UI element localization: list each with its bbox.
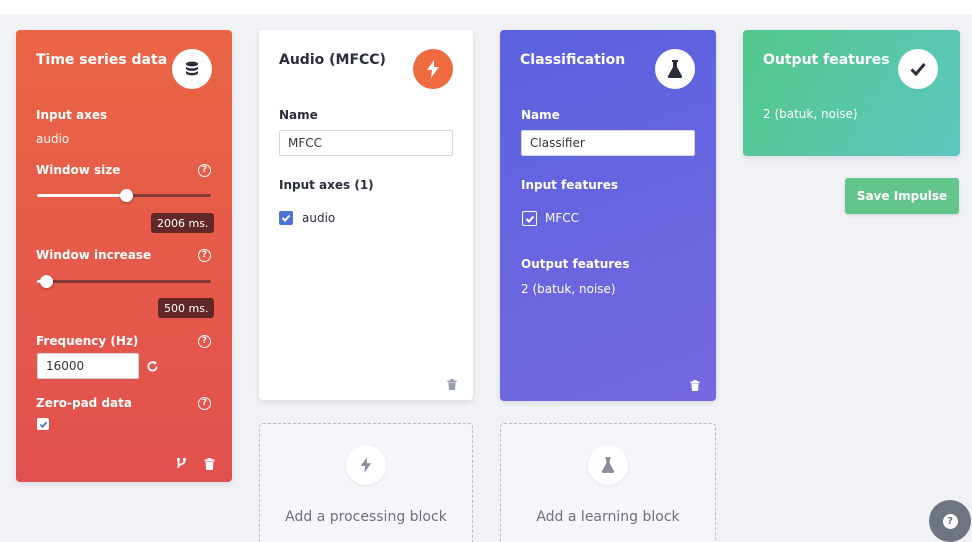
frequency-label: Frequency (Hz) [36,334,139,348]
audio-name-label: Name [279,108,318,122]
flask-icon [588,445,628,485]
window-size-help-icon[interactable]: ? [198,164,211,177]
window-increase-value: 500 ms. [158,298,215,318]
zero-pad-checkbox[interactable] [37,418,49,430]
audio-name-input[interactable]: MFCC [279,130,453,156]
window-increase-slider-track[interactable] [37,280,211,283]
fork-icon[interactable] [176,455,187,474]
audio-trash-icon[interactable] [447,375,457,394]
database-icon [172,49,212,89]
add-learning-block[interactable]: Add a learning block [500,423,716,542]
audio-mfcc-card: Audio (MFCC) Name MFCC Input axes (1) au… [259,30,473,400]
add-learning-label: Add a learning block [536,509,680,525]
add-processing-label: Add a processing block [285,509,447,525]
zero-pad-help-icon[interactable]: ? [198,397,211,410]
window-size-label: Window size [36,163,121,177]
input-axes-label: Input axes [36,108,108,122]
output-value: 2 (batuk, noise) [763,107,858,121]
classification-card: Classification Name Classifier Input fea… [500,30,716,401]
window-size-value: 2006 ms. [151,213,215,233]
mfcc-feature-label: MFCC [545,211,580,225]
save-impulse-button[interactable]: Save Impulse [845,178,959,214]
window-increase-help-icon[interactable]: ? [198,249,211,262]
audio-axis-checkbox[interactable] [279,211,293,225]
output-features-label: Output features [521,257,630,271]
help-button[interactable]: ? [929,500,971,542]
audio-title: Audio (MFCC) [279,52,386,68]
time-series-title: Time series data [36,52,168,68]
classification-name-input[interactable]: Classifier [521,130,695,156]
lightning-icon [346,445,386,485]
refresh-icon[interactable] [146,358,159,377]
window-size-slider-thumb[interactable] [120,189,133,202]
input-axes-value: audio [36,132,70,146]
window-increase-slider-thumb[interactable] [40,275,53,288]
trash-icon[interactable] [204,455,215,474]
mfcc-feature-checkbox[interactable] [522,211,537,226]
zero-pad-label: Zero-pad data [36,396,132,410]
window-increase-label: Window increase [36,248,152,262]
audio-axis-label: audio [302,211,336,225]
question-icon: ? [942,513,958,529]
output-features-card: Output features 2 (batuk, noise) [743,30,960,156]
output-features-value: 2 (batuk, noise) [521,282,616,296]
lightning-icon [413,49,453,89]
flask-icon [655,49,695,89]
checkmark-icon [898,49,938,89]
classification-trash-icon[interactable] [690,376,700,395]
window-size-slider-fill [37,194,126,197]
output-title: Output features [763,52,890,68]
time-series-card: Time series data Input axes audio Window… [16,30,232,482]
top-strip [0,0,972,14]
input-features-label: Input features [521,178,618,192]
frequency-help-icon[interactable]: ? [198,335,211,348]
classification-title: Classification [520,52,626,68]
add-processing-block[interactable]: Add a processing block [259,423,473,542]
classification-name-label: Name [521,108,560,122]
audio-input-axes-label: Input axes (1) [279,178,374,192]
frequency-input[interactable]: 16000 [37,353,139,379]
